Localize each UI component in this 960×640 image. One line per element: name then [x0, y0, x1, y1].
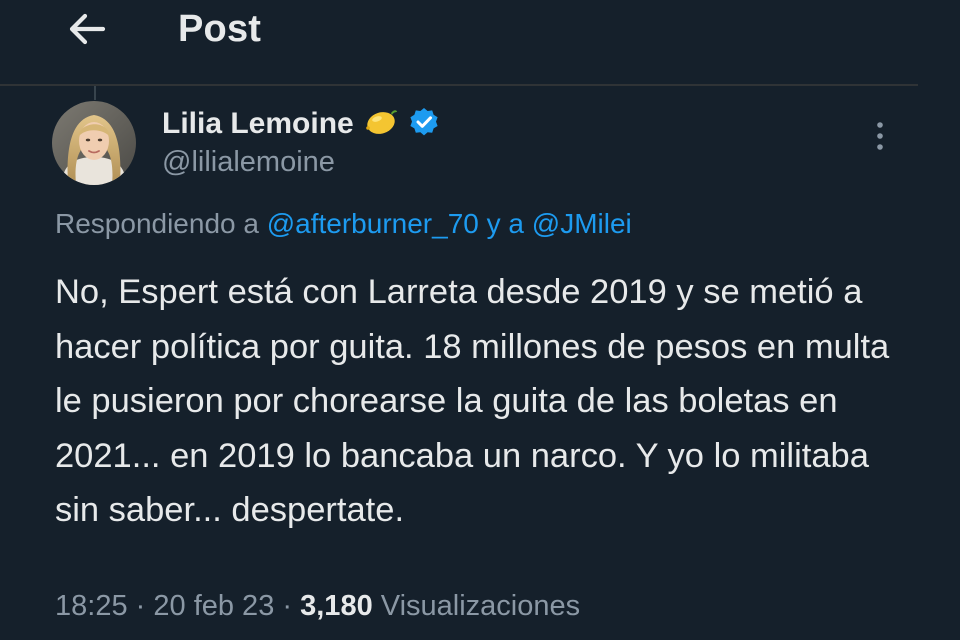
post-text: No, Espert está con Larreta desde 2019 y…: [55, 273, 890, 529]
top-bar: Post: [0, 0, 960, 84]
mention-link-jmilei[interactable]: @JMilei: [532, 208, 632, 239]
meta-separator: ·: [282, 590, 293, 622]
mention-link-afterburner[interactable]: @afterburner_70: [267, 208, 479, 239]
views-label[interactable]: Visualizaciones: [381, 590, 580, 622]
page-title: Post: [178, 8, 262, 50]
arrow-left-icon: [69, 13, 106, 45]
back-button[interactable]: [62, 6, 112, 52]
post-metadata: 18:25 · 20 feb 23 · 3,180 Visualizacione…: [55, 590, 580, 623]
replying-to-line: Respondiendo a @afterburner_70 y a @JMil…: [55, 208, 632, 240]
author-display-name[interactable]: Lilia Lemoine: [162, 107, 354, 141]
replying-to-conjunction: y a: [486, 208, 524, 239]
author-avatar[interactable]: [52, 101, 136, 185]
header-divider: [0, 84, 918, 86]
author-name-row[interactable]: Lilia Lemoine: [162, 104, 440, 144]
views-count[interactable]: 3,180: [300, 590, 373, 622]
avatar-photo: [52, 101, 136, 185]
replying-to-prefix: Respondiendo a: [55, 208, 259, 239]
more-vertical-icon: [877, 122, 883, 150]
meta-separator: ·: [135, 590, 146, 622]
post-date[interactable]: 20 feb 23: [153, 590, 274, 622]
author-handle[interactable]: @lilialemoine: [162, 146, 335, 179]
more-options-button[interactable]: [862, 116, 898, 156]
lemon-emoji-icon: [364, 107, 398, 142]
verified-badge-icon[interactable]: [408, 106, 440, 143]
thread-connector-line: [94, 86, 96, 100]
post-time[interactable]: 18:25: [55, 590, 128, 622]
